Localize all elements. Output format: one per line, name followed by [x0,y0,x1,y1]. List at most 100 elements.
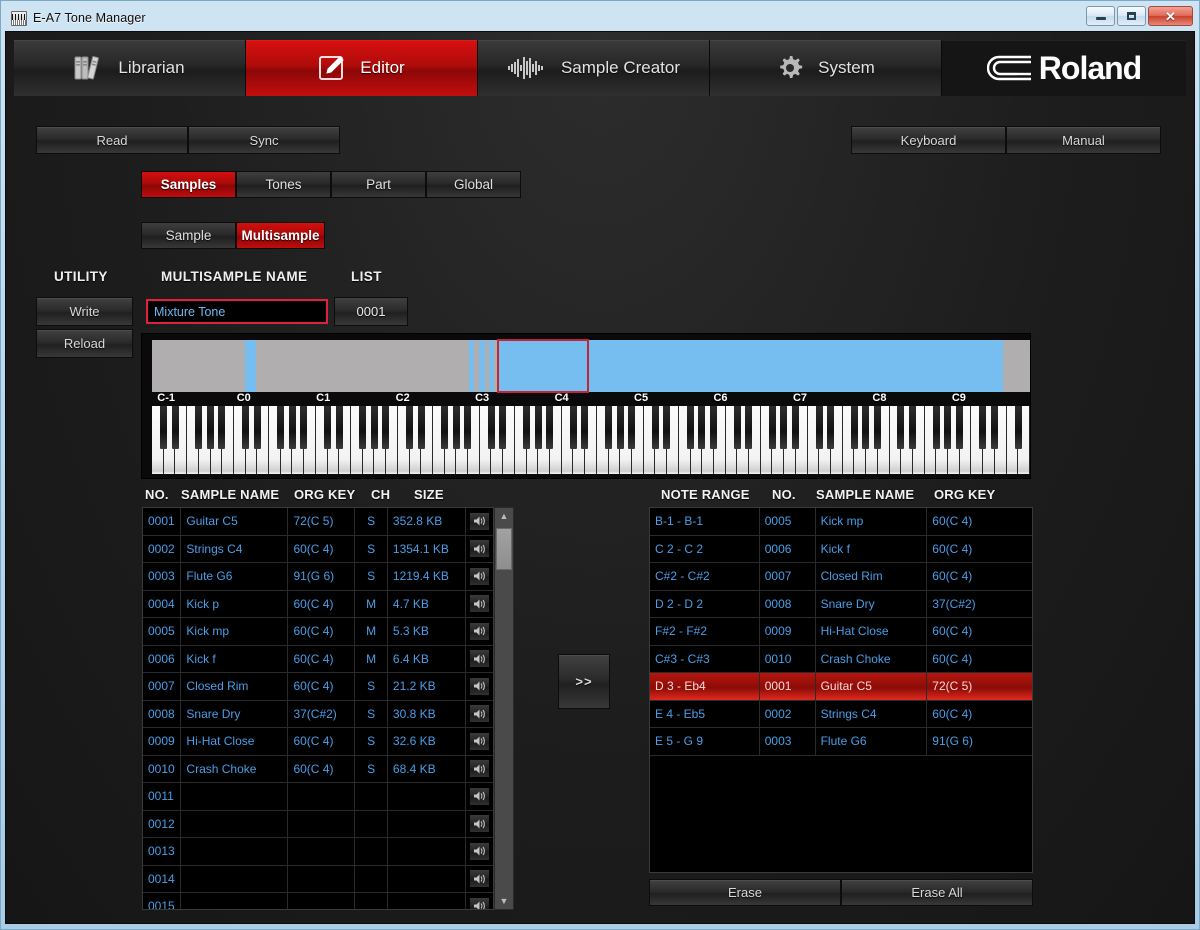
piano-black-key[interactable] [734,406,741,449]
write-button[interactable]: Write [36,297,133,326]
preview-cell[interactable] [466,646,493,673]
tab-samples[interactable]: Samples [141,171,236,198]
table-row[interactable]: 0005Kick mp60(C 4)M5.3 KB [143,618,493,646]
speaker-icon[interactable] [469,732,490,751]
table-row[interactable]: 0012 [143,811,493,839]
multisample-name-input[interactable]: Mixture Tone [146,299,328,324]
multisample-table[interactable]: B-1 - B-10005Kick mp60(C 4)C 2 - C 20006… [649,507,1033,873]
table-row[interactable]: 0014 [143,866,493,894]
piano-black-key[interactable] [254,406,261,449]
piano-black-key[interactable] [862,406,869,449]
table-row[interactable]: D 2 - D 20008Snare Dry37(C#2) [650,591,1032,619]
piano-black-key[interactable] [897,406,904,449]
preview-cell[interactable] [466,508,493,535]
piano-black-key[interactable] [453,406,460,449]
piano-black-key[interactable] [546,406,553,449]
piano-keyboard[interactable] [152,406,1030,474]
piano-black-key[interactable] [979,406,986,449]
preview-cell[interactable] [466,536,493,563]
piano-black-key[interactable] [991,406,998,449]
selected-key-zone[interactable] [497,339,589,393]
piano-black-key[interactable] [441,406,448,449]
piano-black-key[interactable] [406,406,413,449]
speaker-icon[interactable] [469,567,490,586]
piano-black-key[interactable] [242,406,249,449]
table-row[interactable]: 0011 [143,783,493,811]
piano-black-key[interactable] [218,406,225,449]
piano-black-key[interactable] [687,406,694,449]
tab-sample[interactable]: Sample [141,222,236,249]
tab-multisample[interactable]: Multisample [236,222,325,249]
piano-black-key[interactable] [663,406,670,449]
reload-button[interactable]: Reload [36,329,133,358]
table-row[interactable]: 0008Snare Dry37(C#2)S30.8 KB [143,701,493,729]
table-row[interactable]: B-1 - B-10005Kick mp60(C 4) [650,508,1032,536]
piano-black-key[interactable] [769,406,776,449]
preview-cell[interactable] [466,838,493,865]
key-zone-3[interactable] [489,340,494,392]
piano-black-key[interactable] [933,406,940,449]
key-zone-map[interactable] [152,340,1030,392]
piano-black-key[interactable] [289,406,296,449]
table-row[interactable]: 0009Hi-Hat Close60(C 4)S32.6 KB [143,728,493,756]
piano-black-key[interactable] [535,406,542,449]
piano-black-key[interactable] [371,406,378,449]
preview-cell[interactable] [466,618,493,645]
table-row[interactable]: 0006Kick f60(C 4)M6.4 KB [143,646,493,674]
preview-cell[interactable] [466,728,493,755]
piano-black-key[interactable] [570,406,577,449]
speaker-icon[interactable] [469,704,490,723]
transfer-button[interactable]: >> [558,654,610,709]
piano-black-key[interactable] [581,406,588,449]
preview-cell[interactable] [466,893,493,910]
piano-black-key[interactable] [300,406,307,449]
preview-cell[interactable] [466,866,493,893]
speaker-icon[interactable] [469,512,490,531]
table-row[interactable]: 0010Crash Choke60(C 4)S68.4 KB [143,756,493,784]
preview-cell[interactable] [466,756,493,783]
preview-cell[interactable] [466,701,493,728]
piano-black-key[interactable] [652,406,659,449]
piano-black-key[interactable] [324,406,331,449]
table-row[interactable]: 0015 [143,893,493,910]
piano-black-key[interactable] [956,406,963,449]
tab-part[interactable]: Part [331,171,426,198]
piano-black-key[interactable] [792,406,799,449]
piano-black-key[interactable] [827,406,834,449]
speaker-icon[interactable] [469,897,490,910]
speaker-icon[interactable] [469,649,490,668]
speaker-icon[interactable] [469,842,490,861]
tab-global[interactable]: Global [426,171,521,198]
piano-black-key[interactable] [277,406,284,449]
scroll-up-icon[interactable]: ▲ [495,508,513,524]
table-row[interactable]: F#2 - F#20009Hi-Hat Close60(C 4) [650,618,1032,646]
erase-all-button[interactable]: Erase All [841,879,1033,906]
sample-table-scrollbar[interactable]: ▲ ▼ [494,507,514,910]
piano-black-key[interactable] [488,406,495,449]
speaker-icon[interactable] [469,622,490,641]
table-row[interactable]: 0001Guitar C572(C 5)S352.8 KB [143,508,493,536]
table-row[interactable]: D 3 - Eb40001Guitar C572(C 5) [650,673,1032,701]
piano-black-key[interactable] [359,406,366,449]
key-zone-6[interactable] [581,340,1002,392]
speaker-icon[interactable] [469,677,490,696]
manual-button[interactable]: Manual [1006,126,1161,154]
tab-system[interactable]: System [710,40,942,96]
piano-black-key[interactable] [336,406,343,449]
speaker-icon[interactable] [469,539,490,558]
table-row[interactable]: 0004Kick p60(C 4)M4.7 KB [143,591,493,619]
table-row[interactable]: 0003Flute G691(G 6)S1219.4 KB [143,563,493,591]
piano-black-key[interactable] [464,406,471,449]
sample-table[interactable]: 0001Guitar C572(C 5)S352.8 KB0002Strings… [142,507,494,910]
piano-black-key[interactable] [523,406,530,449]
table-row[interactable]: C#2 - C#20007Closed Rim60(C 4) [650,563,1032,591]
piano-black-key[interactable] [1015,406,1022,449]
speaker-icon[interactable] [469,869,490,888]
tab-editor[interactable]: Editor [246,40,478,96]
speaker-icon[interactable] [469,594,490,613]
table-row[interactable]: E 5 - G 90003Flute G691(G 6) [650,728,1032,756]
piano-black-key[interactable] [780,406,787,449]
preview-cell[interactable] [466,673,493,700]
maximize-icon[interactable] [1117,6,1146,26]
piano-black-key[interactable] [745,406,752,449]
